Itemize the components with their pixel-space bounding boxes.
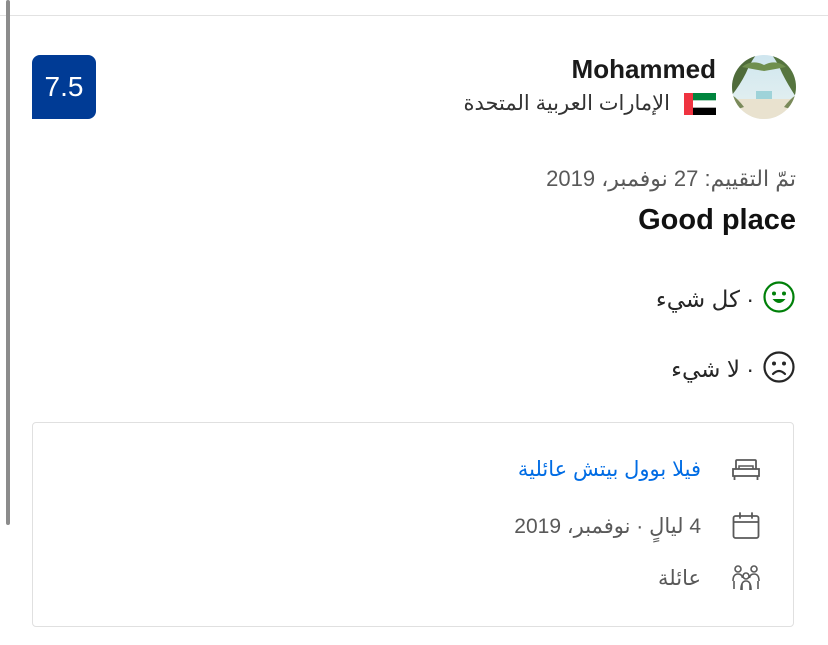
avatar [732, 55, 796, 119]
nights-row: 4 ليالٍ · نوفمبر، 2019 [514, 511, 761, 541]
calendar-icon [731, 511, 761, 541]
traveler-row: عائلة [658, 563, 761, 593]
positive-text: · كل شيء [655, 286, 754, 312]
negative-text: · لا شيء [671, 356, 754, 382]
negative-comment: · لا شيء [671, 350, 796, 389]
group-people-icon [731, 563, 761, 593]
reviewer-name: Mohammed [571, 54, 716, 84]
sad-face-icon [762, 350, 796, 389]
review-date: تمّ التقييم: 27 نوفمبر، 2019 [546, 166, 796, 191]
review-title: Good place [638, 204, 796, 236]
uae-flag-icon [684, 92, 716, 115]
top-divider [0, 15, 828, 16]
traveler-type: عائلة [658, 566, 701, 590]
stay-info-box: فيلا بوول بيتش عائلية 4 ليالٍ · نوفمبر، … [32, 422, 794, 627]
reviewer-country: الإمارات العربية المتحدة [463, 91, 716, 116]
bed-icon [731, 458, 761, 482]
scrollbar[interactable] [6, 0, 10, 525]
score-badge: 7.5 [32, 55, 96, 119]
room-link[interactable]: فيلا بوول بيتش عائلية [518, 457, 701, 482]
positive-comment: · كل شيء [656, 280, 796, 319]
smiley-face-icon [762, 280, 796, 319]
nights-date: 4 ليالٍ · نوفمبر، 2019 [514, 514, 701, 538]
country-name: الإمارات العربية المتحدة [463, 92, 670, 115]
room-row: فيلا بوول بيتش عائلية [518, 457, 761, 482]
